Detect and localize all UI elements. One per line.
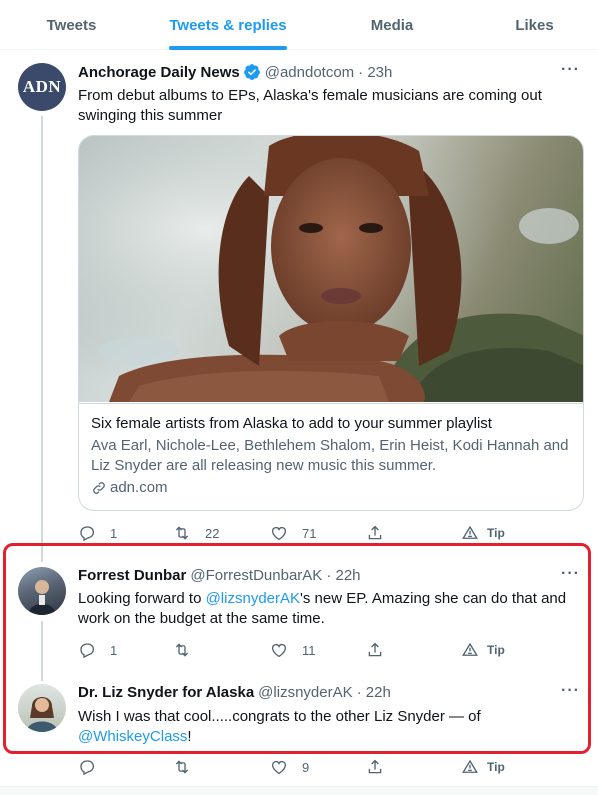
tweet-time[interactable]: · 22h (326, 567, 360, 584)
tab-likes[interactable]: Likes (471, 0, 598, 50)
active-tab-indicator (169, 46, 287, 50)
like-button[interactable]: 9 (270, 757, 309, 777)
card-title: Six female artists from Alaska to add to… (91, 415, 492, 432)
card-description: Ava Earl, Nichole-Lee, Bethlehem Shalom,… (91, 437, 569, 474)
author-handle[interactable]: @lizsnyderAK (258, 684, 352, 701)
retweet-icon (175, 526, 189, 540)
heart-icon (271, 644, 287, 658)
avatar-forrest-dunbar[interactable] (18, 567, 66, 615)
tip-label: Tip (487, 643, 505, 657)
tab-media[interactable]: Media (313, 0, 471, 50)
like-button[interactable]: 11 (270, 640, 316, 660)
retweet-button[interactable] (173, 757, 205, 777)
mention-link[interactable]: @lizsnyderAK (206, 590, 300, 607)
tab-tweets[interactable]: Tweets (0, 0, 143, 50)
profile-tabs: Tweets Tweets & replies Media Likes (0, 0, 598, 50)
card-domain: adn.com (91, 478, 571, 498)
retweet-icon (175, 760, 189, 774)
link-icon (93, 482, 105, 494)
retweet-button[interactable] (173, 640, 205, 660)
share-icon (368, 759, 382, 774)
tweet-time[interactable]: · 23h (358, 64, 392, 81)
verified-badge-icon (243, 64, 260, 80)
timeline-divider (0, 786, 598, 795)
author-handle[interactable]: @adndotcom (265, 64, 354, 81)
tweet-text-before: Wish I was that cool.....congrats to the… (78, 708, 481, 725)
tip-label: Tip (487, 760, 505, 774)
author-name[interactable]: Dr. Liz Snyder for Alaska (78, 684, 254, 701)
tip-icon (462, 759, 478, 773)
card-domain-text: adn.com (110, 479, 168, 496)
share-button[interactable] (366, 757, 384, 777)
reply-button[interactable]: 1 (78, 640, 117, 660)
tip-icon (462, 525, 478, 539)
more-options-button[interactable]: ··· (561, 565, 580, 583)
avatar-liz-snyder[interactable] (18, 684, 66, 732)
like-button[interactable]: 71 (270, 523, 316, 543)
reply-button[interactable] (78, 757, 110, 777)
more-options-button[interactable]: ··· (561, 682, 580, 700)
tweet-header: Anchorage Daily News @adndotcom · 23h (78, 63, 392, 81)
share-button[interactable] (366, 640, 384, 660)
tweet-time[interactable]: · 22h (357, 684, 391, 701)
tip-button[interactable]: Tip (461, 757, 505, 777)
share-button[interactable] (366, 523, 384, 543)
tweet-text-before: Looking forward to (78, 590, 206, 607)
like-count: 71 (302, 525, 317, 541)
share-icon (368, 525, 382, 540)
thread-line (41, 116, 43, 562)
like-count: 9 (302, 759, 310, 775)
tweet-header: Dr. Liz Snyder for Alaska @lizsnyderAK ·… (78, 684, 391, 701)
tip-label: Tip (487, 526, 505, 540)
author-name[interactable]: Anchorage Daily News (78, 64, 240, 81)
reply-icon (80, 643, 95, 659)
tip-button[interactable]: Tip (461, 523, 505, 543)
tip-button[interactable]: Tip (461, 640, 505, 660)
like-count: 11 (302, 642, 316, 658)
reply-icon (80, 760, 95, 776)
tip-icon (462, 642, 478, 656)
retweet-icon (175, 643, 189, 657)
tab-tweets-replies[interactable]: Tweets & replies (143, 0, 313, 50)
avatar-adn-text: ADN (22, 77, 62, 96)
reply-button[interactable]: 1 (78, 523, 117, 543)
thread-line (41, 621, 43, 681)
share-icon (368, 642, 382, 657)
tab-tweets-label: Tweets (46, 16, 97, 34)
heart-icon (271, 761, 287, 775)
avatar-adn[interactable]: ADN (18, 63, 66, 111)
tab-likes-label: Likes (515, 16, 554, 34)
tab-media-label: Media (370, 16, 414, 34)
tweet-text: From debut albums to EPs, Alaska's femal… (78, 87, 542, 124)
retweet-count: 22 (205, 525, 220, 541)
heart-icon (271, 527, 287, 541)
tweet-text: Looking forward to @lizsnyderAK's new EP… (78, 589, 578, 629)
link-card[interactable]: Six female artists from Alaska to add to… (78, 135, 584, 511)
reply-count: 1 (110, 642, 118, 658)
card-info: Six female artists from Alaska to add to… (79, 403, 583, 508)
tweet-header: Forrest Dunbar @ForrestDunbarAK · 22h (78, 567, 361, 584)
reply-count: 1 (110, 525, 118, 541)
card-image (79, 136, 583, 402)
author-name[interactable]: Forrest Dunbar (78, 567, 186, 584)
mention-link[interactable]: @WhiskeyClass (78, 728, 187, 745)
tweet-text-after: ! (187, 728, 192, 745)
retweet-button[interactable]: 22 (173, 523, 219, 543)
tweet-text: Wish I was that cool.....congrats to the… (78, 707, 586, 747)
more-options-button[interactable]: ··· (561, 61, 580, 79)
author-handle[interactable]: @ForrestDunbarAK (190, 567, 322, 584)
tab-tweets-replies-label: Tweets & replies (169, 16, 287, 34)
reply-icon (80, 526, 95, 542)
